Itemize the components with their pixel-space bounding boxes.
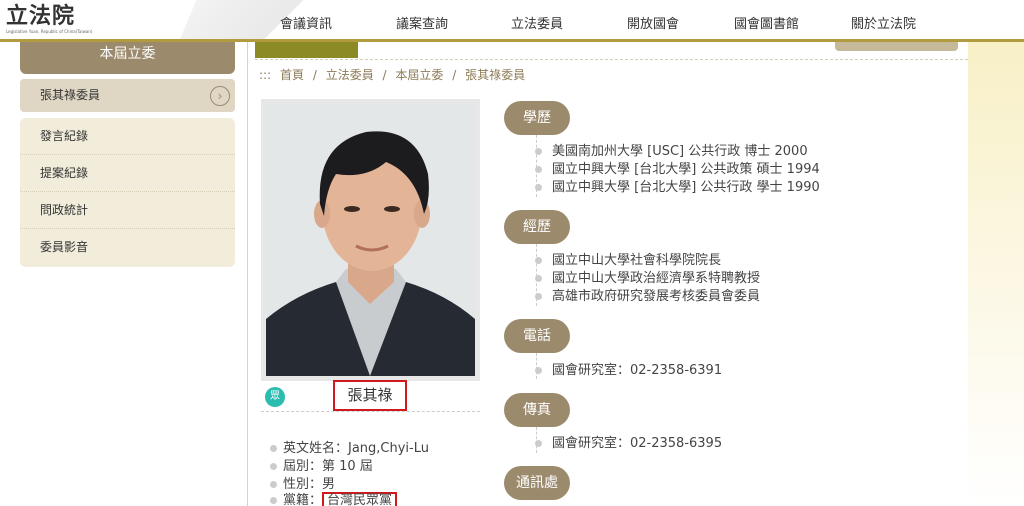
nav-legislators[interactable]: 立法委員 (511, 13, 563, 32)
bullet-icon (535, 440, 542, 447)
bullet-icon (535, 184, 542, 191)
list-item: 國立中山大學社會科學院院長 (535, 252, 760, 270)
bullet-icon (535, 367, 542, 374)
bullet-icon (535, 257, 542, 264)
top-right-button[interactable] (835, 42, 958, 51)
bullet-icon (270, 445, 277, 452)
main-nav: 會議資訊 議案查詢 立法委員 開放國會 國會圖書館 關於立法院 (250, 0, 1024, 39)
list-item: 國立中興大學 [台北大學] 公共政策 碩士 1994 (535, 161, 820, 179)
list-item: 國立中興大學 [台北大學] 公共行政 學士 1990 (535, 179, 820, 197)
phone-list: 國會研究室：02-2358-6391 (535, 362, 722, 380)
bullet-icon (535, 166, 542, 173)
site-logo[interactable]: 立法院 Legislative Yuan, Republic of China(… (6, 3, 92, 37)
sidebar-item-statistics[interactable]: 問政統計 (20, 192, 235, 229)
logo-text: 立法院 (6, 3, 76, 29)
list-item: 國立中山大學政治經濟學系特聘教授 (535, 270, 760, 288)
right-decoration (968, 42, 1024, 506)
sidebar-menu: 發言紀錄 提案紀錄 問政統計 委員影音 (20, 118, 235, 267)
legislator-portrait (266, 104, 475, 376)
english-name-text: 英文姓名：Jang,Chyi-Lu (283, 441, 429, 456)
experience-list: 國立中山大學社會科學院院長 國立中山大學政治經濟學系特聘教授 高雄市政府研究發展… (535, 252, 760, 306)
sidebar-item-videos[interactable]: 委員影音 (20, 229, 235, 266)
list-item: 國會研究室：02-2358-6391 (535, 362, 722, 380)
list-item: 國會研究室：02-2358-6395 (535, 435, 722, 453)
nav-about[interactable]: 關於立法院 (851, 13, 916, 32)
logo-subtitle: Legislative Yuan, Republic of China(Taiw… (6, 29, 93, 34)
chevron-right-icon: › (210, 86, 230, 106)
info-session: 屆別：第 10 屆 (270, 455, 373, 474)
sidebar-item-proposal-records[interactable]: 提案紀錄 (20, 155, 235, 192)
bullet-icon (270, 497, 277, 504)
party-badge-icon: 眾 (265, 387, 285, 407)
section-title-education: 學歷 (504, 101, 570, 135)
breadcrumb-separator: / (452, 68, 457, 82)
breadcrumb-separator: / (312, 68, 317, 82)
name-divider (261, 411, 480, 412)
section-title-fax: 傳真 (504, 393, 570, 427)
list-item: 高雄市政府研究發展考核委員會委員 (535, 288, 760, 306)
portrait-frame (261, 99, 480, 381)
bullet-icon (270, 481, 277, 488)
bullet-icon (535, 293, 542, 300)
breadcrumb-prefix: ::: (259, 68, 272, 82)
party-name: 台灣民眾黨 (322, 492, 398, 506)
nav-library[interactable]: 國會圖書館 (734, 13, 799, 32)
list-item: 美國南加州大學 [USC] 公共行政 博士 2000 (535, 143, 820, 161)
sidebar-item-speech-records[interactable]: 發言紀錄 (20, 118, 235, 155)
breadcrumb-separator: / (382, 68, 387, 82)
info-english-name: 英文姓名：Jang,Chyi-Lu (270, 437, 429, 456)
active-tab-indicator (255, 42, 358, 58)
top-header: 立法院 Legislative Yuan, Republic of China(… (0, 0, 1024, 42)
bullet-icon (270, 463, 277, 470)
breadcrumb-current-term[interactable]: 本屆立委 (395, 68, 443, 82)
bullet-icon (535, 275, 542, 282)
section-title-address: 通訊處 (504, 466, 570, 500)
breadcrumb: ::: 首頁 / 立法委員 / 本屆立委 / 張其祿委員 (259, 66, 530, 83)
legislator-name: 張其祿 (333, 380, 407, 411)
info-party: 黨籍： 台灣民眾黨 (270, 489, 398, 506)
session-text: 屆別：第 10 屆 (283, 459, 373, 474)
education-list: 美國南加州大學 [USC] 公共行政 博士 2000 國立中興大學 [台北大學]… (535, 143, 820, 197)
breadcrumb-legislators[interactable]: 立法委員 (326, 68, 374, 82)
nav-open-parliament[interactable]: 開放國會 (627, 13, 679, 32)
section-title-phone: 電話 (504, 319, 570, 353)
breadcrumb-home[interactable]: 首頁 (280, 68, 304, 82)
fax-list: 國會研究室：02-2358-6395 (535, 435, 722, 453)
sidebar: 本屆立委 張其祿委員 › 發言紀錄 提案紀錄 問政統計 委員影音 (0, 42, 248, 506)
sidebar-current-item[interactable]: 張其祿委員 › (20, 79, 235, 112)
sidebar-current-label: 張其祿委員 (40, 88, 101, 102)
breadcrumb-current: 張其祿委員 (465, 68, 526, 82)
sidebar-title: 本屆立委 (20, 42, 235, 74)
party-label: 黨籍： (283, 493, 323, 506)
bullet-icon (535, 148, 542, 155)
divider (255, 59, 968, 60)
nav-bill-search[interactable]: 議案查詢 (396, 13, 448, 32)
nav-meeting-info[interactable]: 會議資訊 (280, 13, 332, 32)
section-title-experience: 經歷 (504, 210, 570, 244)
